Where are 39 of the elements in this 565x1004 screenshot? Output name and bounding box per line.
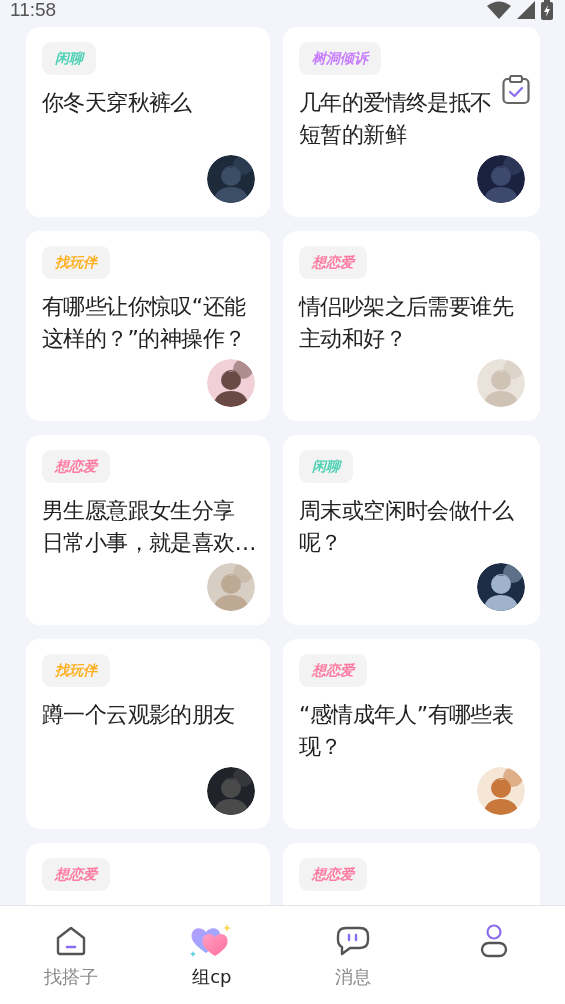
- topic-text-line: 日常小事，就是喜欢…: [42, 529, 255, 557]
- topic-text: 蹲一个云观影的朋友: [42, 701, 236, 729]
- topic-tag: 想恋爱: [299, 858, 367, 891]
- topic-tag: 想恋爱: [299, 654, 367, 687]
- battery-icon: [541, 0, 553, 20]
- topic-text: 情侣吵架之后需要谁先主动和好？: [299, 293, 515, 353]
- topic-card[interactable]: 想恋爱 男生愿意跟女生分享 日常小事，就是喜欢…: [26, 435, 270, 625]
- topic-card[interactable]: 想恋爱 情侣吵架之后需要谁先主动和好？: [283, 231, 540, 421]
- topic-tag: 找玩伴: [42, 246, 110, 279]
- topic-card[interactable]: 找玩伴 有哪些让你惊叹“还能这样的？”的神操作？: [26, 231, 270, 421]
- topic-text-line: 男生愿意跟女生分享: [42, 497, 236, 525]
- wifi-icon: [487, 0, 511, 19]
- topic-card[interactable]: 树洞倾诉 几年的爱情终是抵不 短暂的新鲜: [283, 27, 540, 217]
- topic-card[interactable]: 闲聊 你冬天穿秋裤么: [26, 27, 270, 217]
- topic-tag: 想恋爱: [42, 450, 110, 483]
- topic-tag: 想恋爱: [42, 858, 110, 891]
- topic-text: 周末或空闲时会做什么呢？: [299, 497, 515, 557]
- status-time: 11:58: [10, 0, 57, 21]
- topic-card[interactable]: 找玩伴 蹲一个云观影的朋友: [26, 639, 270, 829]
- topic-card[interactable]: 闲聊 周末或空闲时会做什么呢？: [283, 435, 540, 625]
- tab-item[interactable]: 消息: [282, 906, 424, 1004]
- topic-text: “感情成年人”有哪些表现？: [299, 701, 515, 761]
- tab-item[interactable]: 找搭子: [0, 906, 142, 1004]
- signal-icon: [517, 0, 535, 19]
- topic-text: 有哪些让你惊叹“还能这样的？”的神操作？: [42, 293, 247, 353]
- chat-icon: [336, 926, 371, 956]
- tab-item[interactable]: 组cp: [141, 906, 283, 1004]
- topic-tag: 闲聊: [299, 450, 353, 483]
- person-icon: [479, 924, 510, 958]
- topic-tag: 找玩伴: [42, 654, 110, 687]
- home-icon: [54, 925, 87, 957]
- topic-text-line: 几年的爱情终是抵不: [299, 89, 493, 117]
- topic-card[interactable]: 想恋爱 “感情成年人”有哪些表现？: [283, 639, 540, 829]
- topic-tag: 想恋爱: [299, 246, 367, 279]
- topic-text-line: 短暂的新鲜: [299, 121, 408, 149]
- topic-text: 你冬天穿秋裤么: [42, 89, 193, 117]
- topic-tag: 闲聊: [42, 42, 96, 75]
- clipboard-check-icon[interactable]: [502, 75, 530, 105]
- topic-tag: 树洞倾诉: [299, 42, 381, 75]
